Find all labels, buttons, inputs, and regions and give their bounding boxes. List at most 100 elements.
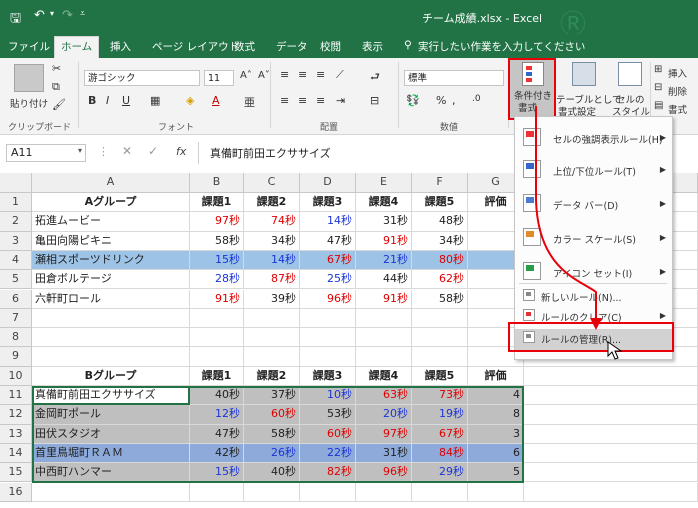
empty-cell[interactable] xyxy=(300,328,356,348)
empty-cell[interactable] xyxy=(412,482,468,502)
redo-icon[interactable]: ↷ xyxy=(62,8,73,23)
empty-cell[interactable] xyxy=(524,443,698,464)
empty-cell[interactable] xyxy=(32,347,190,367)
empty-cell[interactable] xyxy=(412,308,468,329)
save-icon[interactable]: 🖫 xyxy=(10,9,21,31)
tab-file[interactable]: ファイル xyxy=(8,39,50,54)
table-header-cell[interactable]: 課題3 xyxy=(300,193,356,213)
empty-cell[interactable] xyxy=(412,347,468,367)
align-top-icon[interactable]: ≡ xyxy=(280,68,289,81)
table-cell[interactable]: 80秒 xyxy=(412,250,468,271)
row-header-11[interactable]: 11 xyxy=(0,386,32,406)
empty-cell[interactable] xyxy=(300,482,356,502)
column-header-d[interactable]: D xyxy=(300,173,356,193)
empty-cell[interactable] xyxy=(412,328,468,348)
table-cell[interactable]: 91秒 xyxy=(190,289,244,309)
tell-me-input[interactable]: 実行したい作業を入力してください xyxy=(418,39,585,54)
font-name-combo[interactable]: 游ゴシック xyxy=(84,70,200,86)
insert-cells-icon[interactable]: ⊞ xyxy=(654,64,662,75)
table-header-cell[interactable]: 課題2 xyxy=(244,366,300,386)
row-header-3[interactable]: 3 xyxy=(0,231,32,251)
font-size-combo[interactable]: 11 xyxy=(204,70,234,86)
insert-function-icon[interactable]: fx xyxy=(176,145,186,158)
table-header-cell[interactable]: 評価 xyxy=(468,366,524,386)
empty-cell[interactable] xyxy=(524,386,698,406)
table-cell[interactable]: 田倉ボルテージ xyxy=(32,270,190,290)
font-color-icon[interactable]: A xyxy=(212,94,220,107)
table-cell[interactable]: 44秒 xyxy=(356,270,412,290)
format-cells-label[interactable]: 書式 xyxy=(668,102,687,116)
table-cell[interactable]: 58秒 xyxy=(412,289,468,309)
table-cell[interactable]: 62秒 xyxy=(412,270,468,290)
align-left-icon[interactable]: ≡ xyxy=(280,94,289,107)
table-cell[interactable]: 亀田向陽ピキニ xyxy=(32,231,190,251)
table-cell[interactable]: 瀬相スポーツドリンク xyxy=(32,250,190,271)
row-header-1[interactable]: 1 xyxy=(0,193,32,213)
empty-cell[interactable] xyxy=(190,308,244,329)
empty-cell[interactable] xyxy=(300,347,356,367)
quick-access-dropdown-icon[interactable]: ⩡ xyxy=(80,9,85,19)
table-header-cell[interactable]: 課題5 xyxy=(412,366,468,386)
underline-icon[interactable]: U xyxy=(122,94,130,107)
paste-icon[interactable] xyxy=(14,64,44,92)
delete-cells-icon[interactable]: ⊟ xyxy=(654,82,662,93)
table-cell[interactable]: 34秒 xyxy=(244,231,300,251)
empty-cell[interactable] xyxy=(244,347,300,367)
empty-cell[interactable] xyxy=(244,328,300,348)
table-header-cell[interactable]: 課題4 xyxy=(356,193,412,213)
row-header-4[interactable]: 4 xyxy=(0,250,32,271)
row-header-15[interactable]: 15 xyxy=(0,463,32,483)
empty-cell[interactable] xyxy=(190,347,244,367)
column-header-e[interactable]: E xyxy=(356,173,412,193)
row-header-10[interactable]: 10 xyxy=(0,366,32,386)
table-cell[interactable]: 34秒 xyxy=(412,231,468,251)
formula-input[interactable]: 真備町前田エクササイズ xyxy=(210,145,331,161)
number-format-combo[interactable]: 標準 xyxy=(404,70,504,86)
align-bottom-icon[interactable]: ≡ xyxy=(316,68,325,81)
empty-cell[interactable] xyxy=(300,308,356,329)
border-icon[interactable]: ▦ xyxy=(150,94,160,107)
column-header-a[interactable]: A xyxy=(32,173,190,193)
tab-review[interactable]: 校閲 xyxy=(320,39,341,54)
table-cell[interactable]: 74秒 xyxy=(244,212,300,232)
table-cell[interactable]: 67秒 xyxy=(300,250,356,271)
table-cell[interactable]: 14秒 xyxy=(244,250,300,271)
row-header-7[interactable]: 7 xyxy=(0,308,32,329)
format-as-table-icon[interactable] xyxy=(572,62,596,86)
tab-insert[interactable]: 挿入 xyxy=(110,39,131,54)
table-cell[interactable]: 25秒 xyxy=(300,270,356,290)
indent-icon[interactable]: ⇥ xyxy=(336,94,345,107)
table-cell[interactable]: 六軒町ロール xyxy=(32,289,190,309)
table-header-cell[interactable]: 課題1 xyxy=(190,193,244,213)
table-cell[interactable]: 91秒 xyxy=(356,231,412,251)
insert-cells-label[interactable]: 挿入 xyxy=(668,66,687,80)
table-cell[interactable]: 48秒 xyxy=(412,212,468,232)
increase-decimal-icon[interactable]: .0 xyxy=(472,94,481,104)
table-header-cell[interactable]: 課題3 xyxy=(300,366,356,386)
align-middle-icon[interactable]: ≡ xyxy=(298,68,307,81)
empty-cell[interactable] xyxy=(190,482,244,502)
empty-cell[interactable] xyxy=(356,328,412,348)
shrink-font-icon[interactable]: A˅ xyxy=(258,70,270,81)
tab-home[interactable]: ホーム xyxy=(54,36,100,59)
row-header-6[interactable]: 6 xyxy=(0,289,32,309)
name-box[interactable]: A11 xyxy=(6,144,86,162)
table-cell[interactable]: 47秒 xyxy=(300,231,356,251)
empty-cell[interactable] xyxy=(524,366,698,386)
empty-cell[interactable] xyxy=(32,328,190,348)
empty-cell[interactable] xyxy=(356,347,412,367)
row-header-5[interactable]: 5 xyxy=(0,270,32,290)
table-cell[interactable]: 14秒 xyxy=(300,212,356,232)
tab-view[interactable]: 表示 xyxy=(362,39,383,54)
row-header-12[interactable]: 12 xyxy=(0,405,32,425)
empty-cell[interactable] xyxy=(244,482,300,502)
merge-center-icon[interactable]: ⊟ xyxy=(370,94,379,107)
table-cell[interactable]: 97秒 xyxy=(190,212,244,232)
tab-data[interactable]: データ xyxy=(276,39,308,54)
table-header-cell[interactable]: 課題2 xyxy=(244,193,300,213)
table-cell[interactable]: 15秒 xyxy=(190,250,244,271)
table-cell[interactable]: 39秒 xyxy=(244,289,300,309)
name-box-dropdown-icon[interactable]: ▾ xyxy=(78,146,82,155)
tab-page-layout[interactable]: ページ レイアウト xyxy=(152,39,239,54)
empty-cell[interactable] xyxy=(190,328,244,348)
